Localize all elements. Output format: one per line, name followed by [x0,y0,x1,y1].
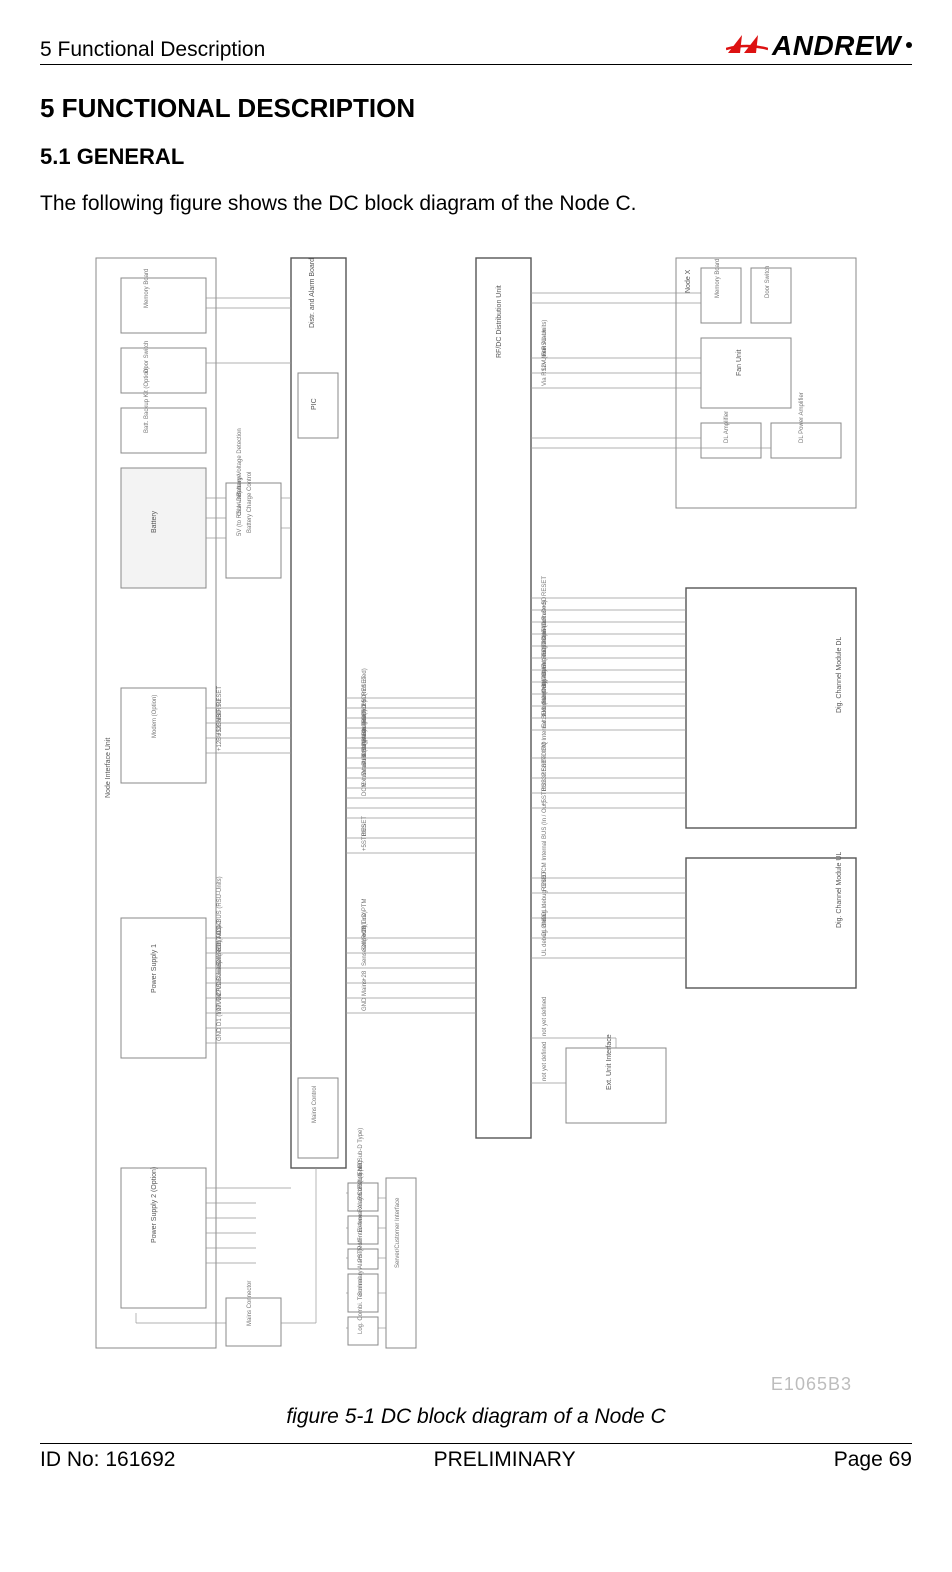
label-modem-option: Modem (Option) [152,695,158,738]
label-mains-connector: Mains Connector [247,1281,253,1326]
label-fan-unit: Fan Unit [736,349,743,376]
diagram-id-label: E1065B3 [40,1374,912,1395]
label-node-interface-unit: Node Interface Unit [105,738,112,798]
intro-paragraph: The following figure shows the DC block … [40,192,912,216]
label-battery: Battery [151,510,158,533]
label-node-x: Node X [685,269,692,293]
label-pic: PIC [311,398,318,410]
signal-labels-right: Fan Alarm 12V (to RSU-Units) Via RSU-Uni… [542,320,548,1081]
label-battery-charge-control: Battery Charge Control [247,472,253,533]
label-server-customer-interface: Server/Customer Interface [395,1197,401,1268]
logo-dot-icon [906,42,912,48]
svg-text:SenseOff(RxD): SenseOff(RxD) [362,925,368,966]
label-memory-board-left: Memory Board [144,269,150,308]
label-dl-power-amplifier: DL Power Amplifier [799,392,805,443]
svg-text:not yet defined: not yet defined [542,1042,548,1081]
label-dig-channel-ul: Dig. Channel Module UL [836,852,843,928]
label-mains-control: Mains Control [312,1086,318,1123]
svg-text:+5STBUS: +5STBUS [362,824,368,851]
label-dl-amplifier: DL Amplifier [724,411,730,443]
subsection-heading: 5.1 GENERAL [40,144,912,170]
svg-text:Via RSU-Units: Via RSU-Units [542,347,548,386]
label-ext-unit-interface: Ext. Unit Interface [606,1034,613,1090]
figure-caption: figure 5-1 DC block diagram of a Node C [40,1405,912,1429]
label-summary-alarm: Summary Alarm (Potential-free Relay Cont… [358,1160,364,1296]
block-diagram-figure: Node Interface Unit Memory Board Door Sw… [40,238,912,1368]
label-rf-dc-distribution: RF/DC Distribution Unit [496,285,503,358]
label-power-supply-1: Power Supply 1 [151,944,158,993]
svg-text:+12BUS/GND: +12BUS/GND [217,713,223,751]
svg-text:5V (to RSU-Unit): 5V (to RSU-Unit) [237,491,243,536]
label-batt-backup: Batt. Backup Kit (Option) [144,367,150,433]
block-diagram-svg: Node Interface Unit Memory Board Door Sw… [76,238,876,1368]
page-header: 5 Functional Description ANDREW [40,30,912,65]
svg-text:GND: GND [362,997,368,1011]
svg-text:D1 (from via RSU-Units): D1 (from via RSU-Units) [217,961,223,1026]
svg-text:not yet defined: not yet defined [542,997,548,1036]
svg-text:UL debug GND: UL debug GND [542,915,548,956]
svg-text:DCM Internal BUS (In / Out): DCM Internal BUS (In / Out) [542,801,548,876]
logo-text: ANDREW [772,30,901,62]
label-memory-board-right: Memory Board [715,259,721,298]
label-distr-alarm-board: Distr. and Alarm Board [309,258,316,328]
wiring-lines [136,293,771,1328]
page-footer: ID No: 161692 PRELIMINARY Page 69 [40,1443,912,1472]
label-power-supply-2: Power Supply 2 (Option) [151,1167,158,1243]
header-section-label: 5 Functional Description [40,38,265,62]
svg-text:GND: GND [217,1027,223,1041]
section-heading: 5 FUNCTIONAL DESCRIPTION [40,93,912,124]
svg-text:Mains: Mains [362,980,368,996]
label-log-combi: Log. Combi. Terminal [358,1277,364,1334]
label-dig-channel-dl: Dig. Channel Module DL [836,637,843,713]
footer-status: PRELIMINARY [434,1448,576,1472]
footer-id: ID No: 161692 [40,1448,175,1472]
brand-logo: ANDREW [726,30,912,62]
svg-text:+28: +28 [362,970,368,981]
label-door-switch-right: Door Switch [765,266,771,298]
signal-labels-middle: RESET +5D RxD TxD Ext. Alarm 2 In (not u… [362,668,368,1011]
logo-mark-icon [726,31,768,62]
signal-labels-left: ALA-BUS (RSU-Units) Ext. AC/DC SenseOff(… [217,428,243,1041]
svg-text:DCM Internal BUS (In / Out): DCM Internal BUS (In / Out) [362,721,368,796]
svg-text:RESET: RESET [542,576,548,596]
footer-page: Page 69 [834,1448,912,1472]
